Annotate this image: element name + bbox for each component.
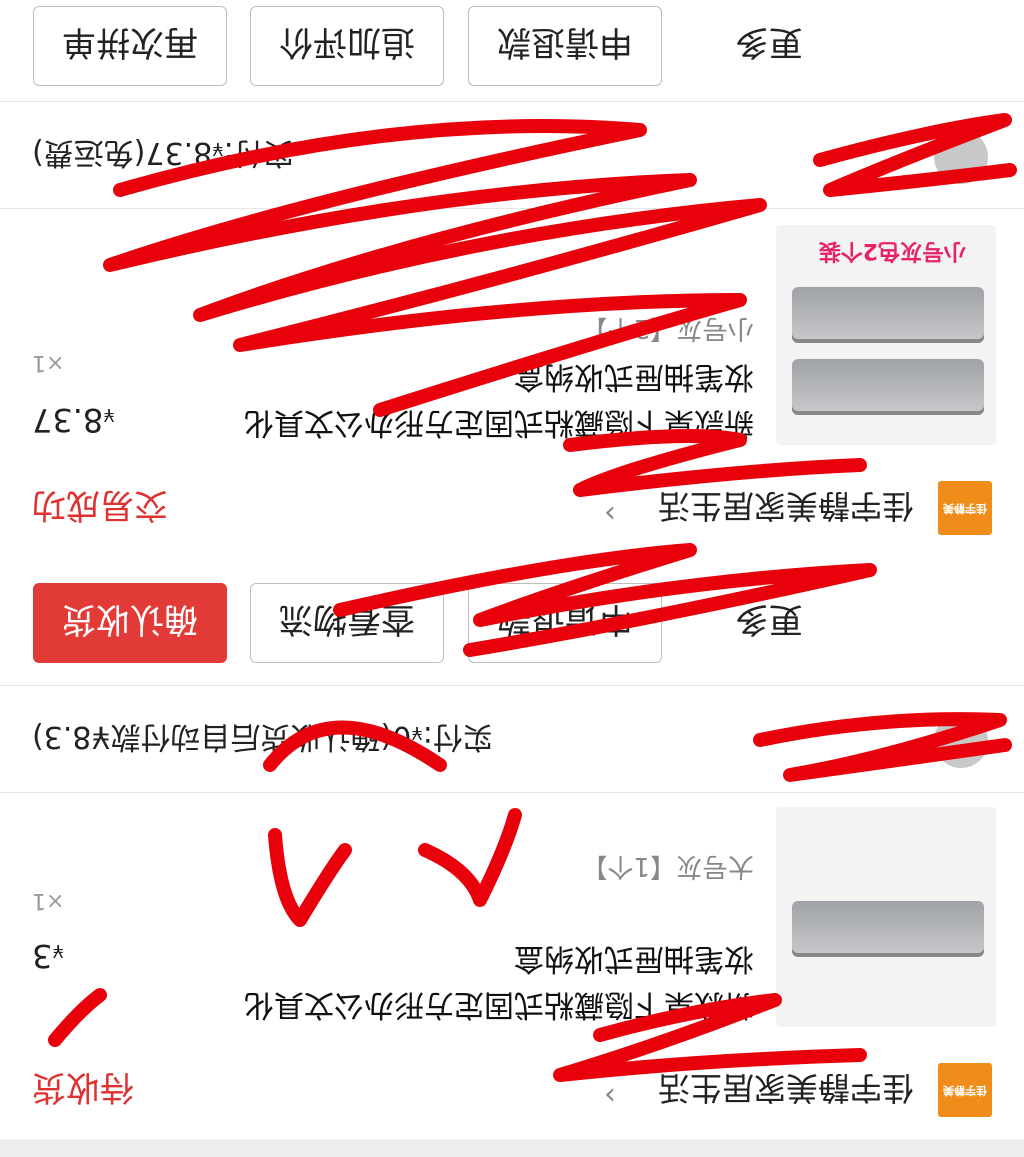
payment-prefix: 实付: [223, 135, 294, 170]
payment-amount: 8.37 [145, 135, 213, 170]
avatar[interactable] [934, 130, 988, 184]
chevron-right-icon[interactable]: › [604, 496, 616, 531]
payment-currency: ¥ [212, 138, 224, 159]
product-title[interactable]: 新款桌下隐藏粘式固定方形办公文具化妆笔抽屉式收纳盒 [234, 353, 754, 445]
price-currency: ¥ [103, 404, 115, 425]
shop-logo: 佳宇静美 [938, 1063, 992, 1117]
shop-logo-text: 佳宇静美 [943, 502, 987, 515]
avatar[interactable] [934, 714, 988, 768]
product-title[interactable]: 新款桌下隐藏粘式固定方形办公文具化妆笔抽屉式收纳盒 [234, 935, 754, 1027]
product-thumbnail[interactable] [776, 807, 996, 1027]
storage-box-image [792, 901, 984, 957]
order-status: 待收货 [32, 1067, 134, 1107]
payment-amount: 0 [392, 719, 412, 754]
payment-summary: 实付:¥8.37(免运费) [32, 134, 294, 178]
payment-row: 实付:¥8.37(免运费) [0, 102, 1024, 208]
divider [0, 208, 1024, 209]
product-qty: ×1 [32, 888, 65, 913]
action-buttons: 更多 申请退款 查看物流 确认收货 [0, 571, 1024, 671]
payment-currency: ¥ [411, 722, 423, 743]
shop-name[interactable]: 佳宇静美家居生活 [658, 1067, 914, 1113]
shop-logo: 佳宇静美 [938, 481, 992, 535]
price-value: 8.37 [32, 401, 104, 439]
more-button[interactable]: 更多 [714, 6, 824, 86]
storage-box-image [792, 287, 984, 343]
product-thumbnail[interactable]: 小号灰色2个装 [776, 225, 996, 445]
add-review-button[interactable]: 追加评价 [250, 6, 444, 86]
order-status: 交易成功 [32, 485, 168, 525]
rebuy-button[interactable]: 再次拼单 [33, 6, 227, 86]
payment-note: (免运费) [32, 135, 146, 170]
confirm-receipt-button[interactable]: 确认收货 [33, 583, 227, 663]
action-buttons: 更多 申请退款 追加评价 再次拼单 [0, 0, 1024, 94]
product-price: ¥8.37 [32, 401, 115, 439]
shop-logo-text: 佳宇静美 [943, 1084, 987, 1097]
refund-button[interactable]: 申请退款 [468, 6, 662, 86]
product-sku: 小号灰【2个】 [581, 313, 754, 343]
payment-note: (确认收货后自动付款¥8.3) [32, 719, 393, 754]
payment-summary: 实付:¥0(确认收货后自动付款¥8.3) [32, 718, 493, 762]
view-logistics-button[interactable]: 查看物流 [250, 583, 444, 663]
storage-box-image [792, 359, 984, 415]
order-list-page: 佳宇静美 佳宇静美家居生活 › 待收货 新款桌下隐藏粘式固定方形办公文具化妆笔抽… [0, 0, 1024, 1157]
payment-row: 实付:¥0(确认收货后自动付款¥8.3) [0, 686, 1024, 792]
more-button[interactable]: 更多 [714, 583, 824, 663]
divider [0, 101, 1024, 102]
divider [0, 685, 1024, 686]
product-sku: 大号灰【1个】 [581, 851, 754, 881]
price-currency: ¥ [52, 940, 64, 961]
product-qty: ×1 [32, 350, 65, 375]
shop-row[interactable]: 佳宇静美 佳宇静美家居生活 › 待收货 [0, 1047, 1024, 1139]
product-price: ¥3 [32, 937, 64, 975]
refund-button[interactable]: 申请退款 [468, 583, 662, 663]
payment-prefix: 实付: [422, 719, 493, 754]
shop-name[interactable]: 佳宇静美家居生活 [658, 485, 914, 531]
divider [0, 792, 1024, 793]
order-card: 佳宇静美 佳宇静美家居生活 › 交易成功 小号灰色2个装 新款桌下隐藏粘式固定方… [0, 0, 1024, 557]
shop-row[interactable]: 佳宇静美 佳宇静美家居生活 › 交易成功 [0, 465, 1024, 557]
price-value: 3 [32, 937, 53, 975]
product-promo-label: 小号灰色2个装 [818, 238, 966, 263]
chevron-right-icon[interactable]: › [604, 1078, 616, 1113]
